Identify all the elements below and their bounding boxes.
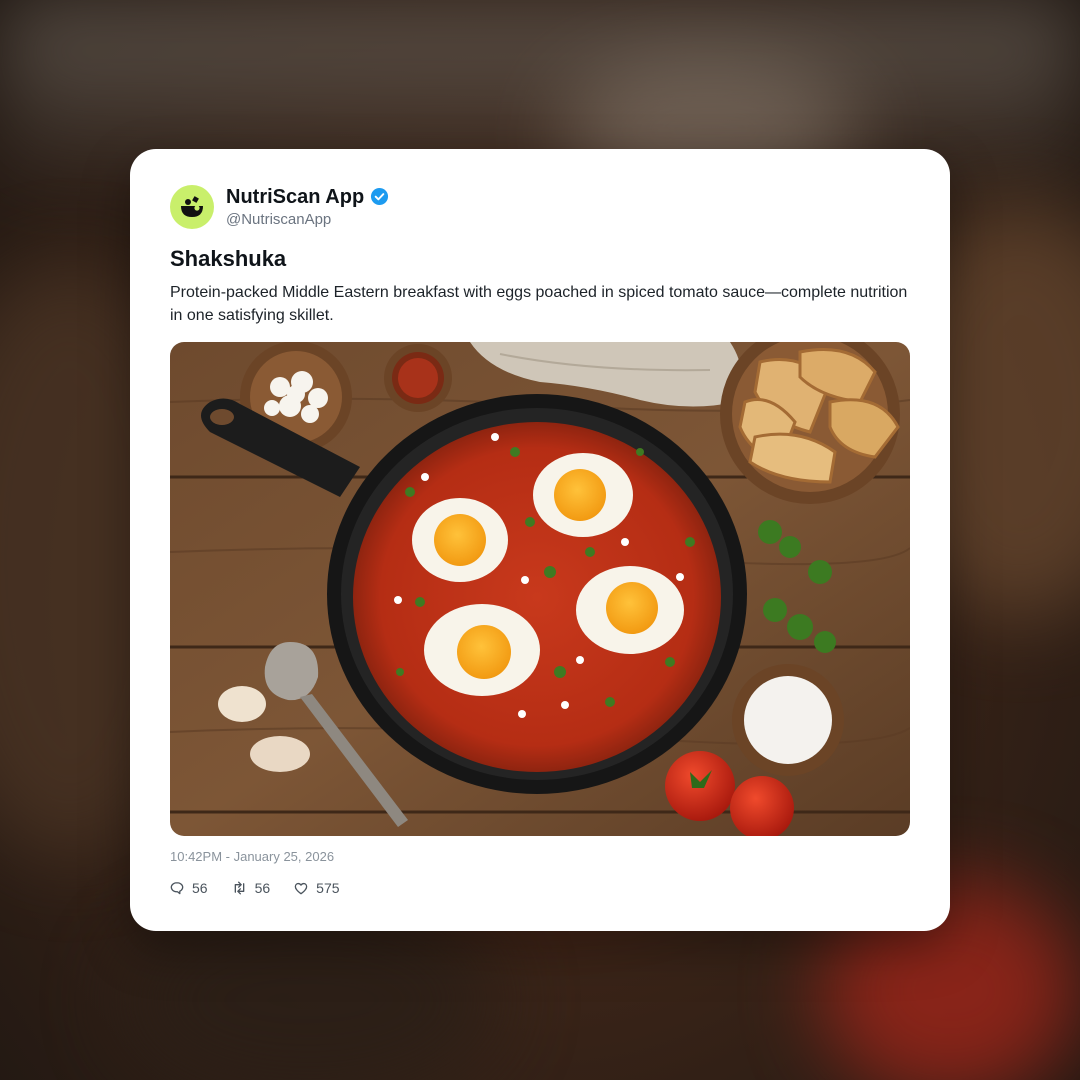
post-card: NutriScan App @NutriscanApp Shakshuka Pr… [130, 149, 950, 931]
account-handle[interactable]: @NutriscanApp [226, 210, 389, 230]
post-header: NutriScan App @NutriscanApp [170, 185, 389, 229]
repost-arrows-icon [234, 881, 244, 895]
reply-button[interactable]: 56 [170, 880, 208, 896]
post-body: Protein-packed Middle Eastern breakfast … [170, 284, 908, 324]
reply-count: 56 [192, 880, 208, 896]
engagement-bar: 56 56 575 [170, 880, 364, 896]
post-timestamp: 10:42PM - January 25, 2026 [170, 849, 335, 864]
post-title: Shakshuka [170, 246, 287, 271]
speech-bubble-icon [170, 882, 184, 895]
account-identity: NutriScan App @NutriscanApp [226, 185, 389, 230]
repost-count: 56 [254, 880, 271, 896]
repost-button[interactable]: 56 [232, 880, 271, 896]
verified-check-icon [370, 187, 389, 206]
nutriscan-logo-icon [181, 196, 203, 217]
avatar[interactable] [170, 185, 214, 229]
heart-icon [294, 882, 308, 894]
like-count: 575 [316, 880, 340, 896]
account-name[interactable]: NutriScan App [226, 185, 364, 209]
like-button[interactable]: 575 [294, 880, 340, 896]
food-photo[interactable] [170, 342, 910, 836]
